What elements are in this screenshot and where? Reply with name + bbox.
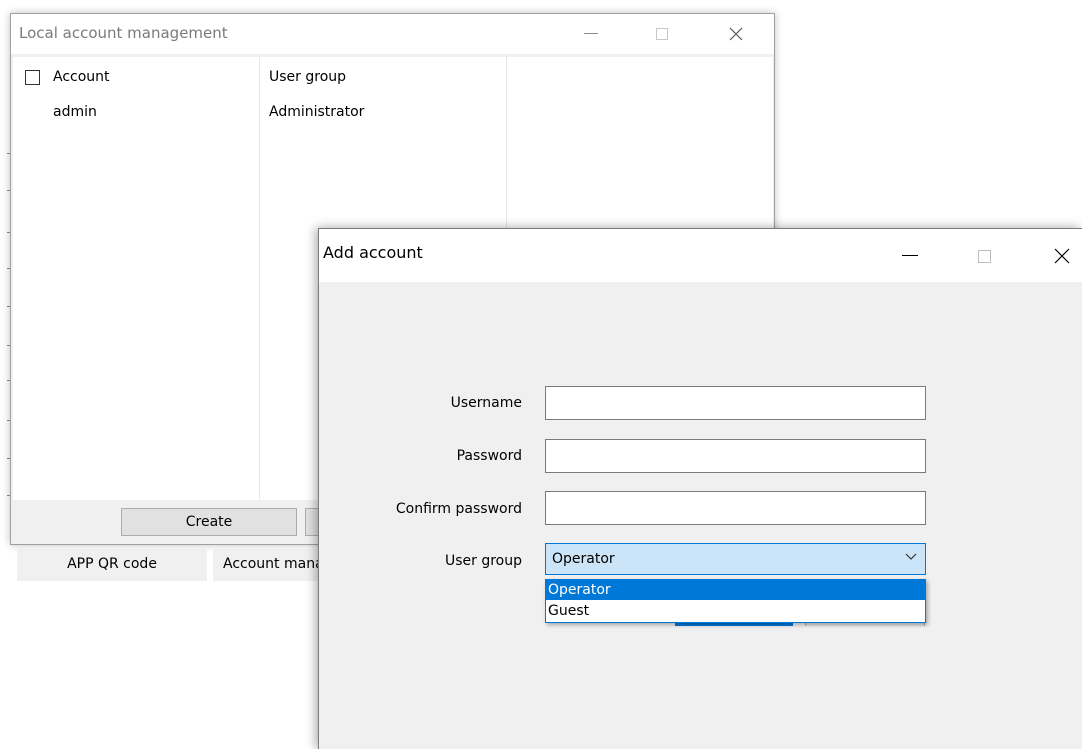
option-operator[interactable]: Operator [546,580,925,600]
row-account: admin [53,104,97,120]
close-icon[interactable] [1047,245,1077,267]
user-group-label: User group [444,553,522,569]
title-bar[interactable]: Local account management [11,14,774,54]
user-group-select[interactable]: Operator [545,543,926,575]
maximize-icon[interactable] [647,24,677,44]
user-group-selected: Operator [552,551,615,567]
dialog-title: Add account [323,243,423,262]
create-button[interactable]: Create [121,508,297,536]
column-header-user-group[interactable]: User group [269,69,346,85]
username-label: Username [450,395,522,411]
close-icon[interactable] [721,24,751,44]
maximize-icon[interactable] [969,246,999,266]
user-group-dropdown: Operator Guest [545,579,926,623]
select-all-checkbox[interactable] [25,70,40,85]
row-user-group: Administrator [269,104,365,120]
confirm-password-label: Confirm password [395,501,522,517]
column-divider [259,57,260,500]
column-header-account[interactable]: Account [53,69,110,85]
minimize-icon[interactable] [895,246,925,266]
password-label: Password [456,448,522,464]
add-account-dialog: Add account Username Password Confirm pa… [318,228,1082,749]
confirm-password-field[interactable] [545,491,926,525]
chevron-down-icon[interactable] [905,553,917,561]
title-bar[interactable]: Add account [319,229,1082,282]
option-guest[interactable]: Guest [546,601,925,621]
password-field[interactable] [545,439,926,473]
minimize-icon[interactable] [576,24,606,44]
tab-app-qr-code[interactable]: APP QR code [17,547,207,581]
window-title: Local account management [19,24,228,42]
username-field[interactable] [545,386,926,420]
